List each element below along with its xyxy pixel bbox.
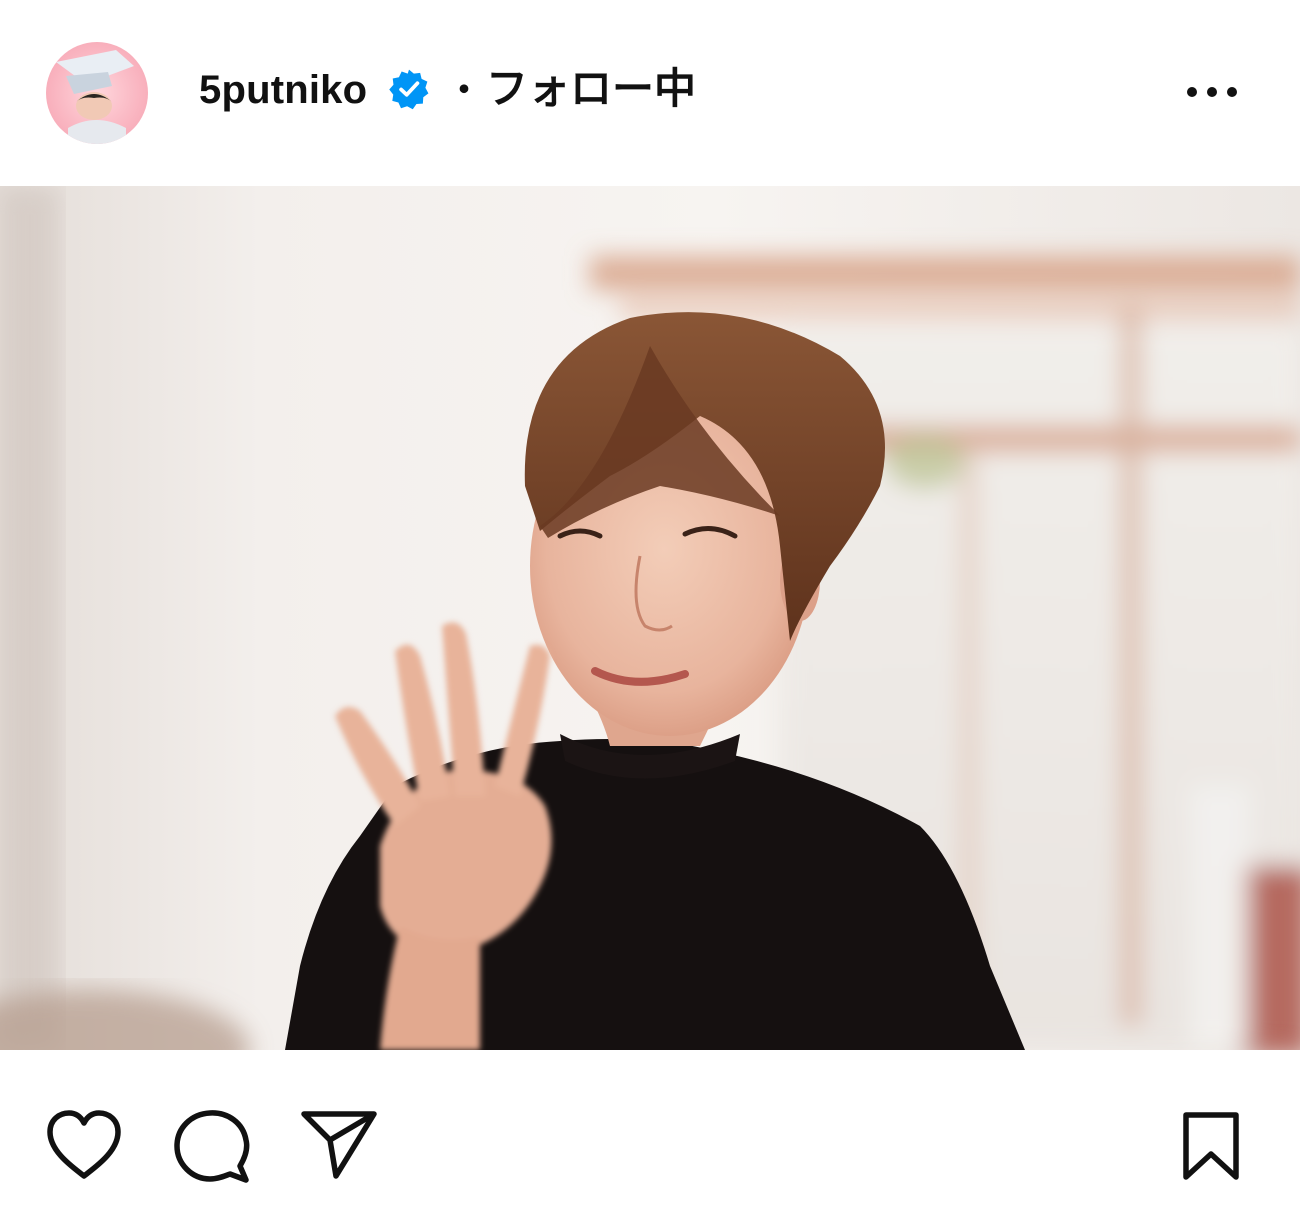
post-photo-illustration (0, 186, 1300, 1050)
post-header: 5putniko ・ フォロー中 (0, 0, 1300, 186)
separator-dot: ・ (446, 69, 483, 110)
username[interactable]: 5putniko (199, 64, 367, 116)
bookmark-icon[interactable] (1176, 1110, 1246, 1182)
paper-plane-icon[interactable] (300, 1108, 378, 1180)
follow-status-button[interactable]: フォロー中 (486, 62, 696, 116)
avatar[interactable] (46, 42, 148, 144)
instagram-post: 5putniko ・ フォロー中 (0, 0, 1300, 1224)
avatar-image (46, 42, 148, 144)
verified-badge-icon (388, 68, 430, 110)
comment-bubble-icon[interactable] (172, 1108, 252, 1184)
heart-icon[interactable] (44, 1108, 124, 1182)
more-options-icon[interactable] (1180, 78, 1244, 106)
post-photo[interactable] (0, 186, 1300, 1050)
